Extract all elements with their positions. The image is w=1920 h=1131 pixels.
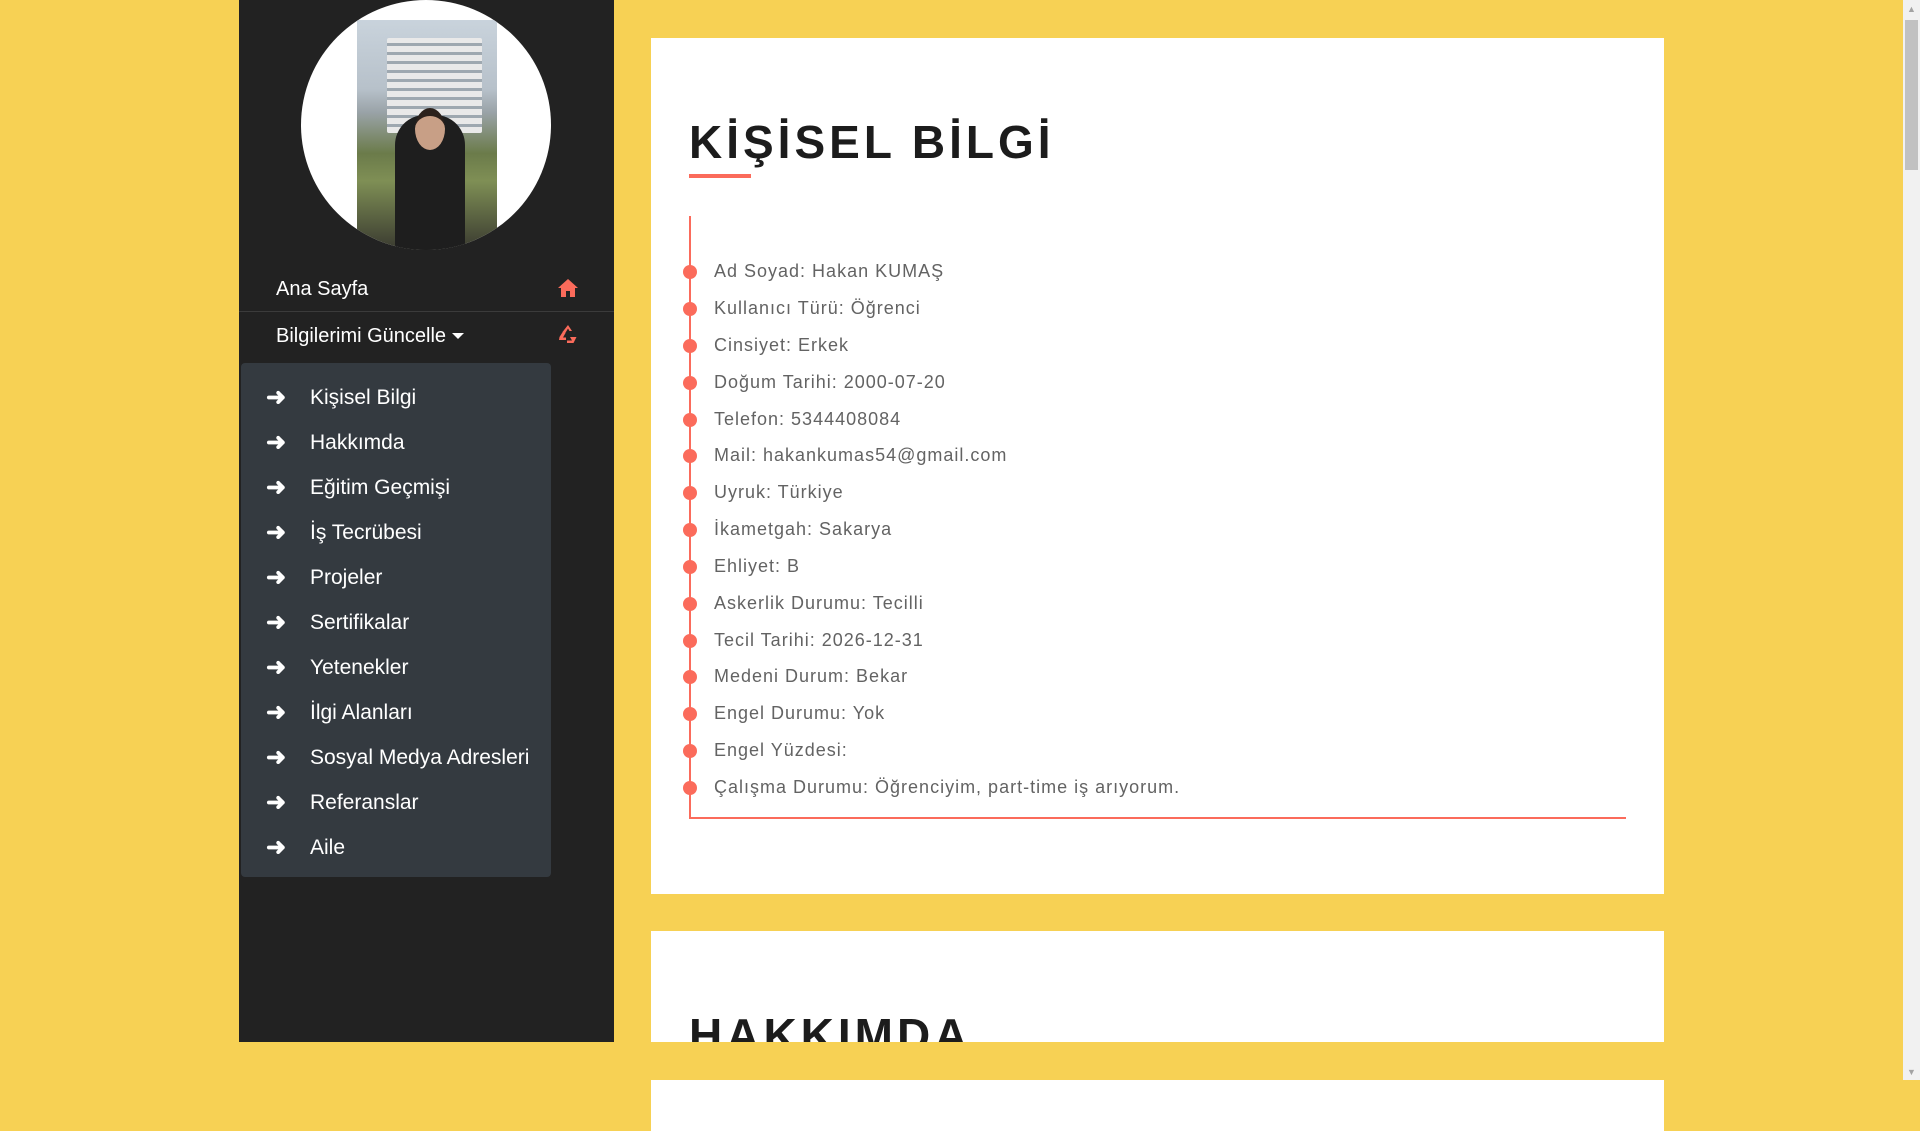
arrow-right-icon: ➜ [266, 654, 287, 681]
info-item: Ehliyet: B [683, 548, 800, 585]
menu-item-sosyal-medya[interactable]: ➜ Sosyal Medya Adresleri [241, 737, 551, 779]
info-item: Çalışma Durumu: Öğrenciyim, part-time iş… [683, 769, 1180, 806]
timeline-dot [683, 634, 697, 648]
about-card: HAKKIMDA [651, 931, 1664, 1131]
info-item: Engel Yüzdesi: [683, 732, 848, 769]
menu-item-referanslar[interactable]: ➜ Referanslar [241, 782, 551, 824]
menu-item-ilgi-alanlari[interactable]: ➜ İlgi Alanları [241, 692, 551, 734]
chevron-down-icon [452, 333, 465, 340]
arrow-right-icon: ➜ [266, 834, 287, 861]
info-item: Telefon: 5344408084 [683, 401, 901, 438]
timeline-dot [683, 597, 697, 611]
arrow-right-icon: ➜ [266, 609, 287, 636]
menu-item-kisisel-bilgi[interactable]: ➜ Kişisel Bilgi [241, 377, 551, 419]
profile-photo [357, 20, 497, 250]
timeline-dot [683, 744, 697, 758]
timeline-dot [683, 781, 697, 795]
dropdown-menu: ➜ Kişisel Bilgi ➜ Hakkımda ➜ Eğitim Geçmişi… [241, 363, 551, 877]
info-item: Mail: hakankumas54@gmail.com [683, 437, 1007, 474]
timeline-dot [683, 339, 697, 353]
info-item: Askerlik Durumu: Tecilli [683, 585, 924, 622]
timeline-dot [683, 449, 697, 463]
menu-item-aile[interactable]: ➜ Aile [241, 827, 551, 869]
home-icon [557, 278, 579, 302]
info-item: Engel Durumu: Yok [683, 695, 885, 732]
info-item: Kullanıcı Türü: Öğrenci [683, 290, 921, 327]
arrow-right-icon: ➜ [266, 699, 287, 726]
info-item: Tecil Tarihi: 2026-12-31 [683, 622, 924, 659]
page-bottom-band [0, 1042, 1920, 1080]
info-item: İkametgah: Sakarya [683, 511, 892, 548]
arrow-right-icon: ➜ [266, 474, 287, 501]
title-underline [689, 174, 751, 178]
timeline-dot [683, 302, 697, 316]
timeline-dot [683, 670, 697, 684]
vertical-scrollbar[interactable]: ▲ ▼ [1903, 0, 1920, 1080]
menu-item-egitim-gecmisi[interactable]: ➜ Eğitim Geçmişi [241, 467, 551, 509]
info-item: Uyruk: Türkiye [683, 474, 844, 511]
nav-update-label: Bilgilerimi Güncelle [276, 324, 447, 347]
info-item: Doğum Tarihi: 2000-07-20 [683, 364, 946, 401]
timeline-dot [683, 707, 697, 721]
info-item: Cinsiyet: Erkek [683, 327, 849, 364]
arrow-right-icon: ➜ [266, 564, 287, 591]
timeline-dot [683, 376, 697, 390]
scroll-thumb[interactable] [1905, 20, 1918, 170]
recycle-icon [557, 323, 579, 349]
arrow-right-icon: ➜ [266, 744, 287, 771]
menu-item-yetenekler[interactable]: ➜ Yetenekler [241, 647, 551, 689]
timeline-dot [683, 413, 697, 427]
timeline-dot [683, 265, 697, 279]
arrow-right-icon: ➜ [266, 519, 287, 546]
timeline-bottom-line [689, 817, 1626, 819]
scroll-down-icon[interactable]: ▼ [1903, 1063, 1920, 1080]
menu-item-projeler[interactable]: ➜ Projeler [241, 557, 551, 599]
nav-update-info[interactable]: Bilgilerimi Güncelle [239, 314, 614, 358]
personal-info-card: KİŞİSEL BİLGİ Ad Soyad: Hakan KUMAŞ Kull… [651, 38, 1664, 894]
menu-item-is-tecrubesi[interactable]: ➜ İş Tecrübesi [241, 512, 551, 554]
sidebar: Ana Sayfa Bilgilerimi Güncelle ➜ Kişisel … [239, 0, 614, 1080]
personal-info-title: KİŞİSEL BİLGİ [689, 116, 1055, 168]
nav-home[interactable]: Ana Sayfa [239, 268, 614, 312]
avatar [301, 0, 551, 250]
timeline-dot [683, 560, 697, 574]
nav-home-label: Ana Sayfa [276, 278, 369, 300]
info-item: Medeni Durum: Bekar [683, 658, 908, 695]
info-item: Ad Soyad: Hakan KUMAŞ [683, 253, 944, 290]
arrow-right-icon: ➜ [266, 384, 287, 411]
menu-item-hakkimda[interactable]: ➜ Hakkımda [241, 422, 551, 464]
arrow-right-icon: ➜ [266, 789, 287, 816]
scroll-up-icon[interactable]: ▲ [1903, 0, 1920, 17]
timeline-dot [683, 523, 697, 537]
timeline-dot [683, 486, 697, 500]
menu-item-sertifikalar[interactable]: ➜ Sertifikalar [241, 602, 551, 644]
arrow-right-icon: ➜ [266, 429, 287, 456]
